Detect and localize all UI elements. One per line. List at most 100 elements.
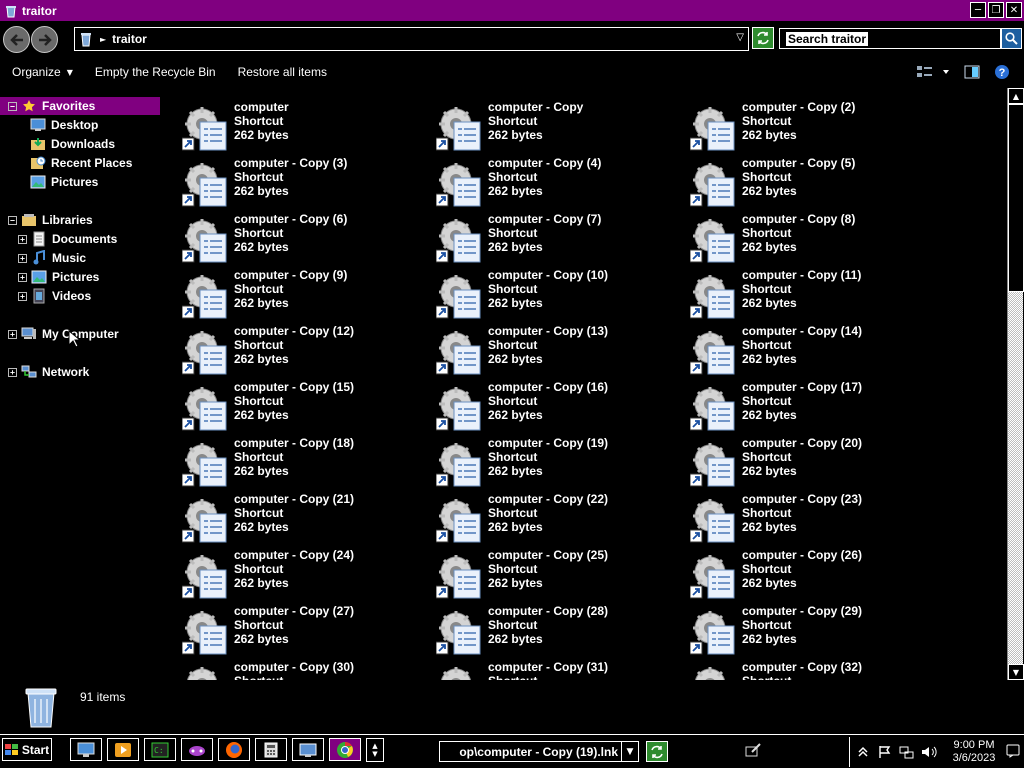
nav-downloads[interactable]: Downloads <box>30 135 115 153</box>
file-tile[interactable]: computer - Copy (12) Shortcut 262 bytes <box>174 322 424 378</box>
file-tile[interactable]: computer - Copy (30)Shortcut262 bytes <box>174 658 424 680</box>
restore-all-button[interactable]: Restore all items <box>238 65 327 79</box>
collapse-icon[interactable]: − <box>8 215 17 225</box>
calculator-icon[interactable] <box>255 738 287 761</box>
file-tile[interactable]: computer - Copy (16) Shortcut 262 bytes <box>428 378 678 434</box>
file-name: computer - Copy (30) <box>234 660 355 674</box>
expand-icon[interactable]: + <box>18 272 27 282</box>
vertical-scrollbar[interactable]: ▲ ▼ <box>1007 88 1024 680</box>
file-tile[interactable]: computer - Copy (31)Shortcut262 bytes <box>428 658 678 680</box>
file-tile[interactable]: computer - Copy (9) Shortcut 262 bytes <box>174 266 424 322</box>
scroll-thumb[interactable] <box>1008 104 1024 292</box>
file-tile[interactable]: computer - Copy (13) Shortcut 262 bytes <box>428 322 678 378</box>
file-tile[interactable]: computer - Copy (7) Shortcut 262 bytes <box>428 210 678 266</box>
nav-recent-places[interactable]: Recent Places <box>30 154 132 172</box>
nav-favorites[interactable]: − Favorites <box>0 97 160 115</box>
action-center-icon[interactable] <box>1005 739 1021 763</box>
file-tile[interactable]: computer - Copy (24) Shortcut 262 bytes <box>174 546 424 602</box>
file-tile[interactable]: computer - Copy (11) Shortcut 262 bytes <box>682 266 932 322</box>
file-tile[interactable]: computer - Copy (29) Shortcut 262 bytes <box>682 602 932 658</box>
dropdown-arrow-icon[interactable]: ▼ <box>621 742 638 761</box>
file-tile[interactable]: computer - Copy (10) Shortcut 262 bytes <box>428 266 678 322</box>
nav-documents[interactable]: + Documents <box>18 230 117 248</box>
address-bar[interactable]: ► traitor ▽ <box>74 27 749 51</box>
pen-note-icon[interactable] <box>745 743 761 760</box>
action-center-flag-icon[interactable] <box>876 743 894 761</box>
game-controller-icon[interactable] <box>181 738 213 761</box>
collapse-icon[interactable]: − <box>8 101 17 111</box>
file-name: computer - Copy (23) <box>742 492 863 506</box>
minimize-button[interactable]: ─ <box>970 2 986 18</box>
chevron-up-icon[interactable]: ▲ <box>372 742 377 750</box>
taskbar-scroll-buttons[interactable]: ▲ ▼ <box>366 738 384 762</box>
file-tile[interactable]: computer - Copy (20) Shortcut 262 bytes <box>682 434 932 490</box>
file-tile[interactable]: computer - Copy (23) Shortcut 262 bytes <box>682 490 932 546</box>
file-tile[interactable]: computer - Copy (17) Shortcut 262 bytes <box>682 378 932 434</box>
taskbar-address-input[interactable]: op\computer - Copy (19).lnk ▼ <box>439 741 639 762</box>
system-clock[interactable]: 9:00 PM 3/6/2023 <box>944 739 1004 765</box>
address-dropdown-icon[interactable]: ▽ <box>736 32 744 43</box>
file-tile[interactable]: computer - Copy (2) Shortcut 262 bytes <box>682 98 932 154</box>
nav-desktop[interactable]: Desktop <box>30 116 98 134</box>
refresh-button[interactable] <box>752 27 774 49</box>
file-tile[interactable]: computer - Copy (32)Shortcut262 bytes <box>682 658 932 680</box>
show-hidden-icons-chevron-icon[interactable] <box>854 743 872 761</box>
nav-pictures-favorite[interactable]: Pictures <box>30 173 98 191</box>
media-player-icon[interactable] <box>107 738 139 761</box>
file-tile[interactable]: computer - Copy (5) Shortcut 262 bytes <box>682 154 932 210</box>
chrome-icon[interactable] <box>329 738 361 761</box>
scroll-down-button[interactable]: ▼ <box>1008 664 1024 680</box>
start-button[interactable]: Start <box>2 738 52 761</box>
file-tile[interactable]: computer - Copy (18) Shortcut 262 bytes <box>174 434 424 490</box>
nav-pictures[interactable]: + Pictures <box>18 268 99 286</box>
file-tile[interactable]: computer - Copy (21) Shortcut 262 bytes <box>174 490 424 546</box>
expand-icon[interactable]: + <box>18 234 27 244</box>
empty-recycle-bin-button[interactable]: Empty the Recycle Bin <box>95 65 216 79</box>
forward-button[interactable] <box>31 26 58 53</box>
close-button[interactable]: ✕ <box>1006 2 1022 18</box>
nav-network[interactable]: + Network <box>8 363 89 381</box>
expand-icon[interactable]: + <box>8 367 17 377</box>
nav-network-label: Network <box>42 365 90 379</box>
search-input[interactable]: Search traitor <box>779 28 1001 49</box>
file-tile[interactable]: computer - Copy (14) Shortcut 262 bytes <box>682 322 932 378</box>
restore-button[interactable]: ❐ <box>988 2 1004 18</box>
volume-icon[interactable] <box>920 743 938 761</box>
nav-music[interactable]: + Music <box>18 249 86 267</box>
breadcrumb-current[interactable]: traitor <box>112 32 147 46</box>
back-button[interactable] <box>3 26 30 53</box>
file-tile[interactable]: computer - Copy (19) Shortcut 262 bytes <box>428 434 678 490</box>
nav-my-computer[interactable]: + My Computer <box>8 325 119 343</box>
file-tile[interactable]: computer - Copy (28) Shortcut 262 bytes <box>428 602 678 658</box>
terminal-icon[interactable]: C: <box>144 738 176 761</box>
change-view-button[interactable] <box>916 65 950 79</box>
file-tile[interactable]: computer - Copy (3) Shortcut 262 bytes <box>174 154 424 210</box>
go-button[interactable] <box>646 741 668 762</box>
file-tile[interactable]: computer - Copy (4) Shortcut 262 bytes <box>428 154 678 210</box>
preview-pane-button[interactable] <box>964 65 980 79</box>
file-tile[interactable]: computer - Copy (22) Shortcut 262 bytes <box>428 490 678 546</box>
file-tile[interactable]: computer - Copy (26) Shortcut 262 bytes <box>682 546 932 602</box>
network-status-icon[interactable] <box>898 743 916 761</box>
file-tile[interactable]: computer - Copy (15) Shortcut 262 bytes <box>174 378 424 434</box>
help-button[interactable]: ? <box>994 64 1010 80</box>
file-tile[interactable]: computer Shortcut 262 bytes <box>174 98 424 154</box>
expand-icon[interactable]: + <box>18 253 27 263</box>
firefox-icon[interactable] <box>218 738 250 761</box>
expand-icon[interactable]: + <box>8 329 17 339</box>
organize-menu[interactable]: Organize ▼ <box>12 65 73 79</box>
show-desktop-icon[interactable] <box>70 738 102 761</box>
display-icon[interactable] <box>292 738 324 761</box>
file-tile[interactable]: computer - Copy (27) Shortcut 262 bytes <box>174 602 424 658</box>
file-tile[interactable]: computer - Copy (25) Shortcut 262 bytes <box>428 546 678 602</box>
file-tile[interactable]: computer - Copy (6) Shortcut 262 bytes <box>174 210 424 266</box>
search-button[interactable] <box>1001 28 1022 49</box>
nav-videos[interactable]: + Videos <box>18 287 91 305</box>
file-tile[interactable]: computer - Copy Shortcut 262 bytes <box>428 98 678 154</box>
file-tile[interactable]: computer - Copy (8) Shortcut 262 bytes <box>682 210 932 266</box>
chevron-down-icon[interactable]: ▼ <box>372 750 377 758</box>
expand-icon[interactable]: + <box>18 291 27 301</box>
nav-libraries[interactable]: − Libraries <box>8 211 93 229</box>
breadcrumb-chevron-icon[interactable]: ► <box>100 35 106 44</box>
scroll-up-button[interactable]: ▲ <box>1008 88 1024 104</box>
